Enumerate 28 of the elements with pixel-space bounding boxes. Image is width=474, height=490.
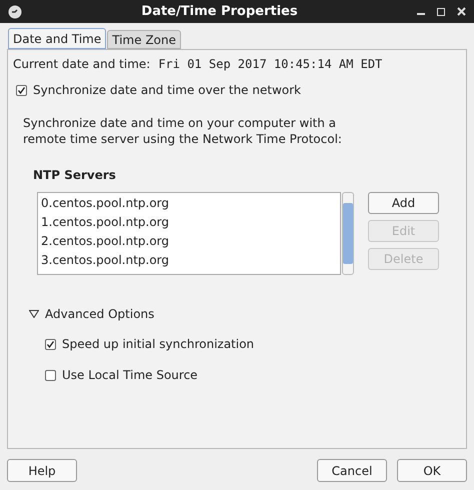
server-item[interactable]: 2.centos.pool.ntp.org bbox=[38, 232, 340, 251]
tab[interactable]: Date and Time bbox=[8, 28, 106, 49]
app-icon bbox=[8, 4, 22, 18]
expanded-triangle-icon[interactable] bbox=[29, 310, 39, 318]
server-item[interactable]: 1.centos.pool.ntp.org bbox=[38, 213, 340, 232]
description-text: Synchronize date and time on your computer with a remote time server using the Network Time Protocol: bbox=[23, 115, 343, 147]
checkbox[interactable] bbox=[16, 84, 27, 96]
scrollbar[interactable] bbox=[342, 192, 354, 275]
dialog-button[interactable]: Help bbox=[7, 459, 77, 482]
server-item[interactable]: 3.centos.pool.ntp.org bbox=[38, 251, 340, 270]
checkbox-label: Speed up initial synchronization bbox=[62, 336, 254, 353]
checkbox-label: Synchronize date and time over the network bbox=[33, 82, 301, 99]
dialog-button[interactable]: OK bbox=[397, 459, 467, 482]
current-time-value: Fri 01 Sep 2017 10:45:14 AM EDT bbox=[158, 56, 382, 73]
checkbox[interactable] bbox=[45, 370, 56, 380]
server-item[interactable]: 0.centos.pool.ntp.org bbox=[38, 194, 340, 213]
tab[interactable]: Time Zone bbox=[107, 30, 181, 49]
maximize-icon[interactable] bbox=[437, 8, 445, 16]
current-time-label: Current date and time: bbox=[13, 56, 150, 73]
window-title: Date/Time Properties bbox=[141, 2, 298, 21]
dialog-button[interactable]: Cancel bbox=[317, 459, 387, 482]
minimize-icon[interactable] bbox=[417, 13, 425, 16]
ntp-servers-heading: NTP Servers bbox=[33, 167, 117, 184]
close-icon[interactable] bbox=[457, 7, 466, 16]
checkbox[interactable] bbox=[45, 338, 56, 350]
checkbox-label: Use Local Time Source bbox=[62, 367, 198, 384]
action-button[interactable]: Add bbox=[368, 192, 439, 214]
expander-label[interactable]: Advanced Options bbox=[45, 305, 154, 323]
